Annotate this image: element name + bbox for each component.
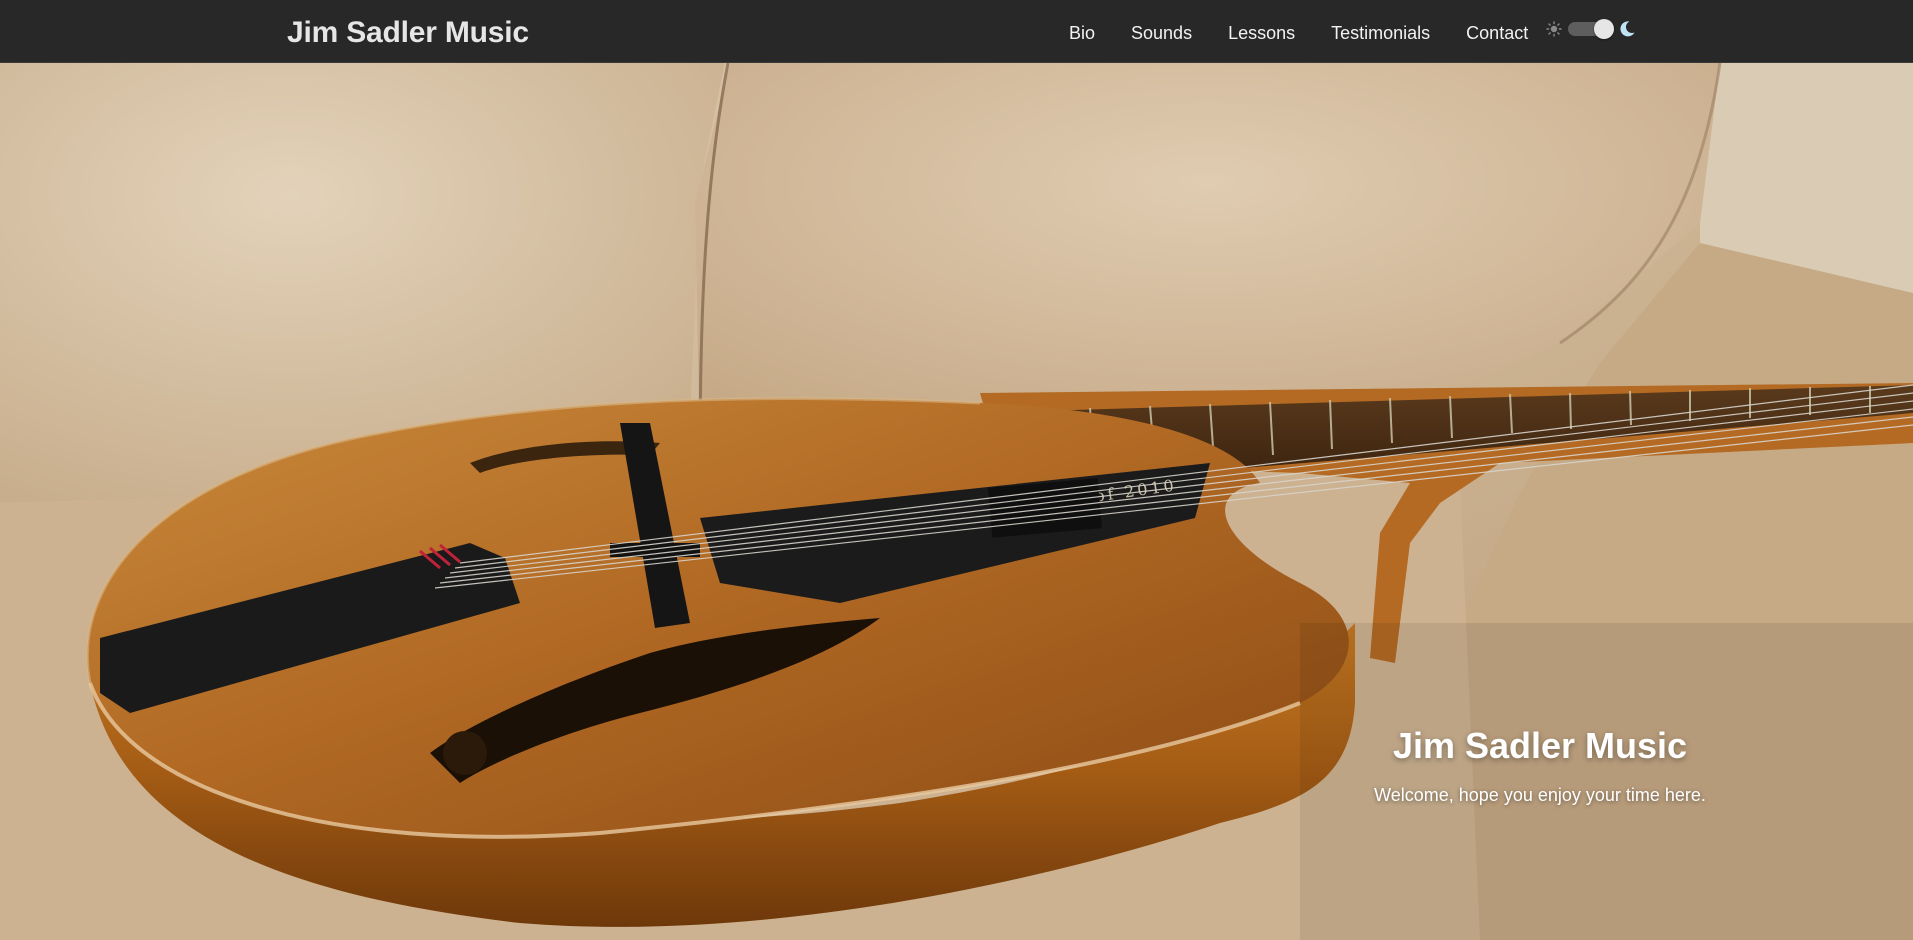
hero-subtitle: Welcome, hope you enjoy your time here. xyxy=(1374,785,1706,805)
nav-link-bio[interactable]: Bio xyxy=(1051,20,1113,46)
dark-mode-switch-knob xyxy=(1594,19,1614,39)
moon-icon xyxy=(1620,21,1635,37)
nav-link-testimonials[interactable]: Testimonials xyxy=(1313,20,1448,46)
dark-mode-switch[interactable] xyxy=(1568,19,1614,39)
nav-item-sounds: Sounds xyxy=(1113,20,1210,46)
nav-item-testimonials: Testimonials xyxy=(1313,20,1448,46)
nav-link-sounds[interactable]: Sounds xyxy=(1113,20,1210,46)
navbar: Jim Sadler Music Bio Sounds Lessons Test… xyxy=(0,0,1913,63)
sun-icon xyxy=(1546,21,1562,37)
nav-link-lessons[interactable]: Lessons xyxy=(1210,20,1313,46)
nav-menu: Bio Sounds Lessons Testimonials Contact xyxy=(1051,20,1546,46)
nav-item-contact: Contact xyxy=(1448,20,1546,46)
site-brand-link[interactable]: Jim Sadler Music xyxy=(287,18,529,48)
hero-background-image: Class of 2010 xyxy=(0,63,1913,940)
theme-toggle xyxy=(1546,19,1636,39)
nav-item-bio: Bio xyxy=(1051,20,1113,46)
hero-title: Jim Sadler Music xyxy=(1392,725,1688,767)
nav-item-lessons: Lessons xyxy=(1210,20,1313,46)
hero-section: Class of 2010 Jim Sadler Music Welcome, … xyxy=(0,63,1913,940)
nav-link-contact[interactable]: Contact xyxy=(1448,20,1546,46)
